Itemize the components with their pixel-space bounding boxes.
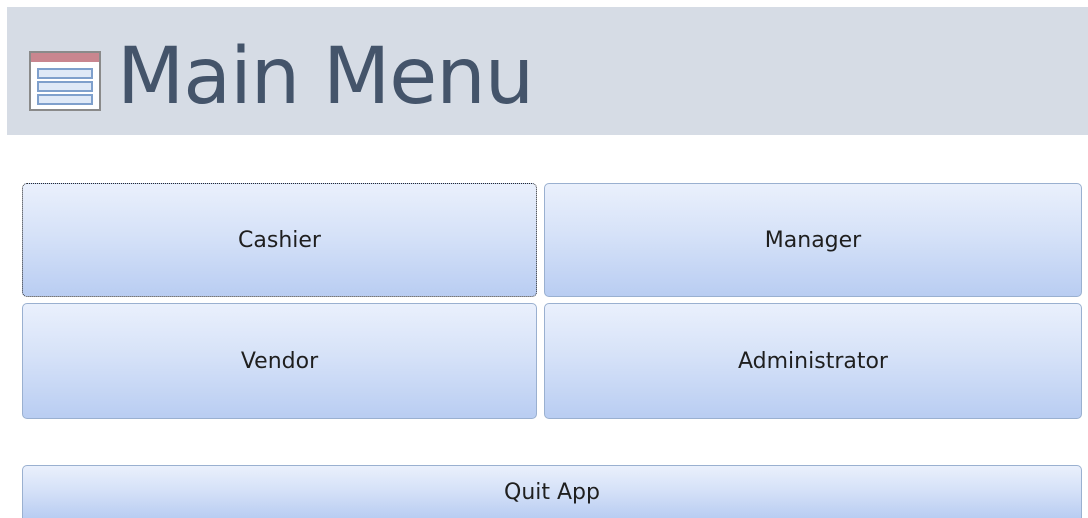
main-menu-form: Main Menu Cashier Manager Vendor Adminis… (0, 0, 1088, 518)
manager-button[interactable]: Manager (544, 183, 1082, 297)
page-title: Main Menu (117, 32, 534, 122)
quit-app-button[interactable]: Quit App (22, 465, 1082, 518)
cashier-button[interactable]: Cashier (22, 183, 537, 297)
form-icon (29, 51, 101, 111)
form-header: Main Menu (7, 7, 1088, 135)
vendor-button[interactable]: Vendor (22, 303, 537, 419)
administrator-button[interactable]: Administrator (544, 303, 1082, 419)
